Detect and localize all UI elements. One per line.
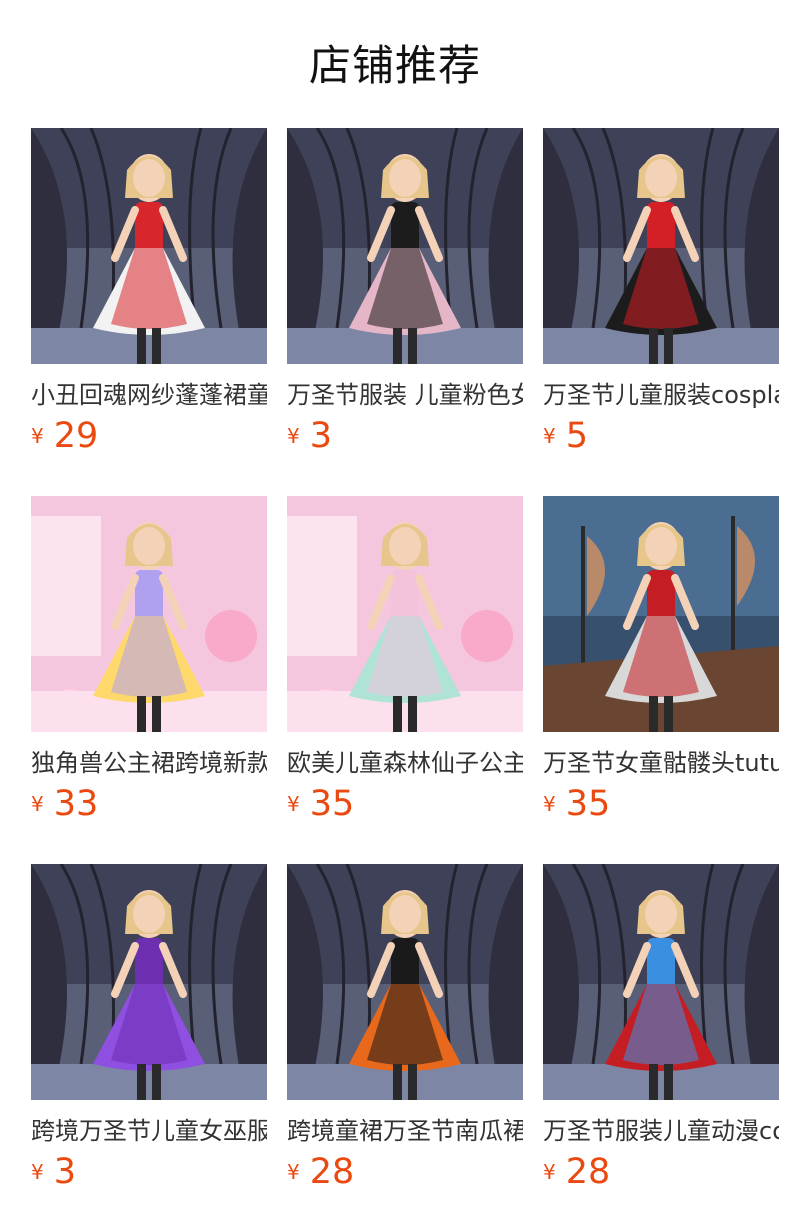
product-price: ¥29 — [31, 414, 98, 458]
currency-symbol: ¥ — [287, 1160, 300, 1184]
product-card[interactable]: 万圣节服装儿童动漫cos ¥28 — [543, 864, 779, 1204]
currency-symbol: ¥ — [287, 424, 300, 448]
currency-symbol: ¥ — [543, 424, 556, 448]
product-price: ¥3 — [31, 1150, 76, 1194]
product-card[interactable]: 欧美儿童森林仙子公主 ¥35 — [287, 496, 523, 836]
product-card[interactable]: 万圣节服装 儿童粉色女巫 ¥3 — [287, 128, 523, 468]
price-amount: 3 — [53, 1152, 77, 1192]
product-card[interactable]: 小丑回魂网纱蓬蓬裙童装 ¥29 — [31, 128, 267, 468]
price-amount: 35 — [309, 784, 355, 824]
product-name[interactable]: 跨境万圣节儿童女巫服装 — [31, 1114, 267, 1148]
product-price: ¥35 — [543, 782, 610, 826]
product-name[interactable]: 欧美儿童森林仙子公主 — [287, 746, 523, 780]
price-amount: 3 — [309, 416, 333, 456]
price-amount: 35 — [565, 784, 611, 824]
product-name[interactable]: 万圣节儿童服装cosplay — [543, 378, 779, 412]
price-amount: 33 — [53, 784, 99, 824]
product-name[interactable]: 独角兽公主裙跨境新款 — [31, 746, 267, 780]
product-price: ¥28 — [287, 1150, 354, 1194]
product-image[interactable] — [31, 496, 267, 732]
product-image[interactable] — [31, 128, 267, 364]
product-price: ¥3 — [287, 414, 332, 458]
price-amount: 28 — [565, 1152, 611, 1192]
price-amount: 5 — [565, 416, 589, 456]
product-card[interactable]: 万圣节女童骷髅头tutu ¥35 — [543, 496, 779, 836]
store-recommendations-page: 店铺推荐 小丑回魂网纱蓬蓬裙童装 ¥29 万圣节服装 儿童粉色女巫 ¥3 万圣节… — [0, 0, 790, 1232]
product-card[interactable]: 独角兽公主裙跨境新款 ¥33 — [31, 496, 267, 836]
product-price: ¥35 — [287, 782, 354, 826]
currency-symbol: ¥ — [31, 792, 44, 816]
price-amount: 29 — [53, 416, 99, 456]
product-card[interactable]: 跨境童裙万圣节南瓜裙 ¥28 — [287, 864, 523, 1204]
currency-symbol: ¥ — [31, 1160, 44, 1184]
product-image[interactable] — [31, 864, 267, 1100]
product-name[interactable]: 万圣节服装 儿童粉色女巫 — [287, 378, 523, 412]
product-card[interactable]: 跨境万圣节儿童女巫服装 ¥3 — [31, 864, 267, 1204]
product-image[interactable] — [543, 864, 779, 1100]
product-image[interactable] — [543, 496, 779, 732]
product-price: ¥28 — [543, 1150, 610, 1194]
currency-symbol: ¥ — [31, 424, 44, 448]
product-name[interactable]: 万圣节女童骷髅头tutu — [543, 746, 779, 780]
product-price: ¥33 — [31, 782, 98, 826]
currency-symbol: ¥ — [287, 792, 300, 816]
product-image[interactable] — [543, 128, 779, 364]
product-price: ¥5 — [543, 414, 588, 458]
product-card[interactable]: 万圣节儿童服装cosplay ¥5 — [543, 128, 779, 468]
currency-symbol: ¥ — [543, 792, 556, 816]
product-image[interactable] — [287, 864, 523, 1100]
product-name[interactable]: 跨境童裙万圣节南瓜裙 — [287, 1114, 523, 1148]
price-amount: 28 — [309, 1152, 355, 1192]
product-image[interactable] — [287, 496, 523, 732]
product-name[interactable]: 万圣节服装儿童动漫cos — [543, 1114, 779, 1148]
product-name[interactable]: 小丑回魂网纱蓬蓬裙童装 — [31, 378, 267, 412]
section-title: 店铺推荐 — [308, 41, 481, 90]
currency-symbol: ¥ — [543, 1160, 556, 1184]
product-image[interactable] — [287, 128, 523, 364]
